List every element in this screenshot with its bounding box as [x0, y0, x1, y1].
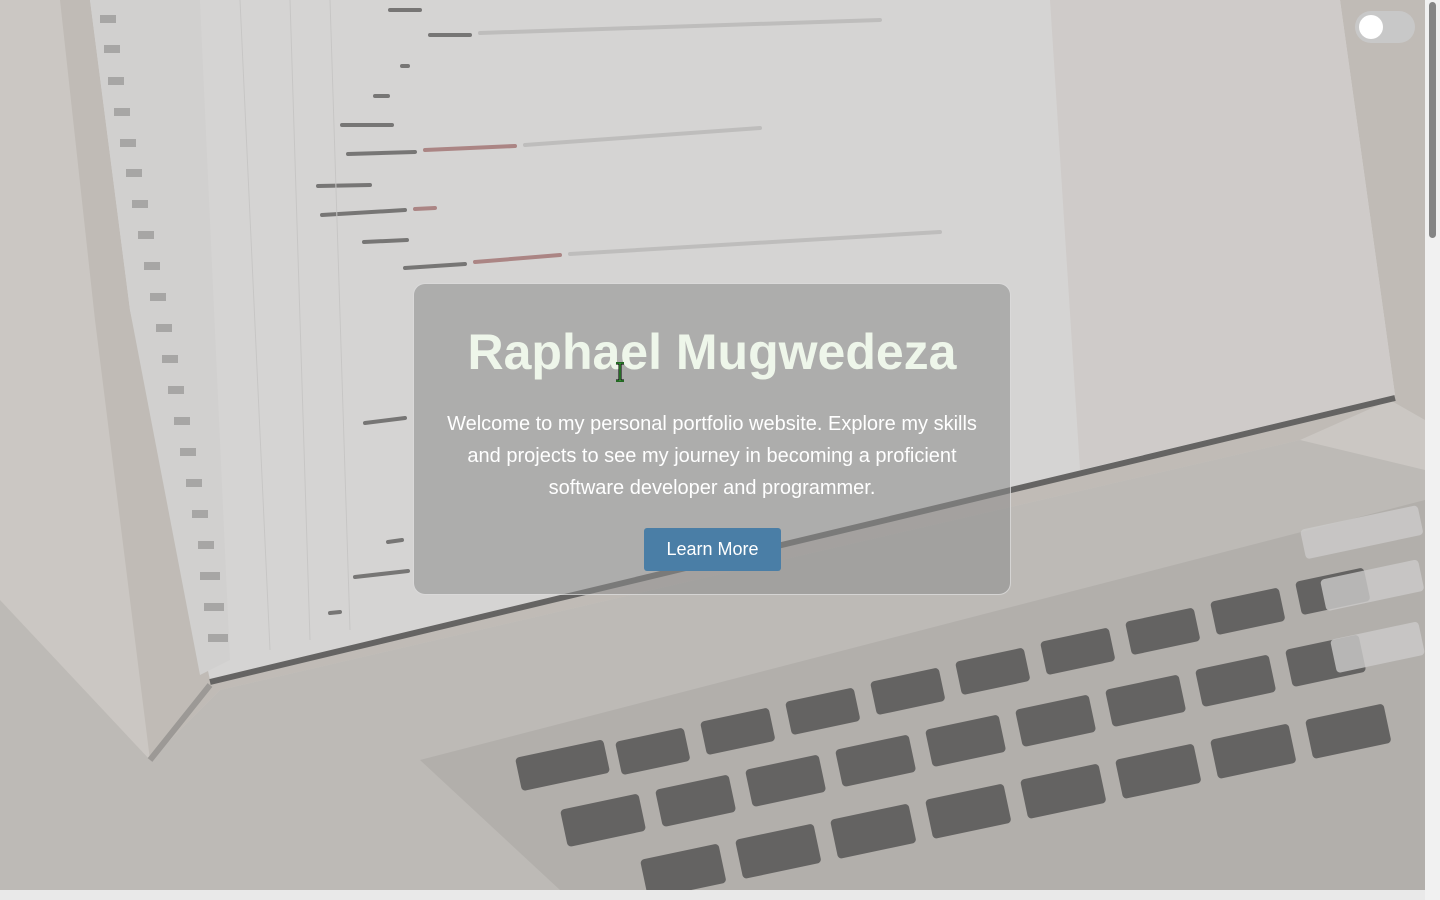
vertical-scrollbar[interactable] — [1425, 0, 1440, 900]
theme-toggle-knob — [1359, 15, 1383, 39]
hero-name-heading: Raphael Mugwedeza — [467, 324, 957, 380]
scrollbar-thumb[interactable] — [1429, 2, 1436, 238]
theme-toggle-switch[interactable] — [1355, 11, 1415, 43]
page-bottom-edge — [0, 890, 1425, 900]
text-cursor-icon — [616, 362, 624, 382]
intro-card: Raphael Mugwedeza Welcome to my personal… — [413, 283, 1011, 595]
hero-intro-text: Welcome to my personal portfolio website… — [447, 413, 977, 499]
portfolio-page: Raphael Mugwedeza Welcome to my personal… — [0, 0, 1440, 900]
learn-more-button[interactable]: Learn More — [644, 528, 781, 571]
